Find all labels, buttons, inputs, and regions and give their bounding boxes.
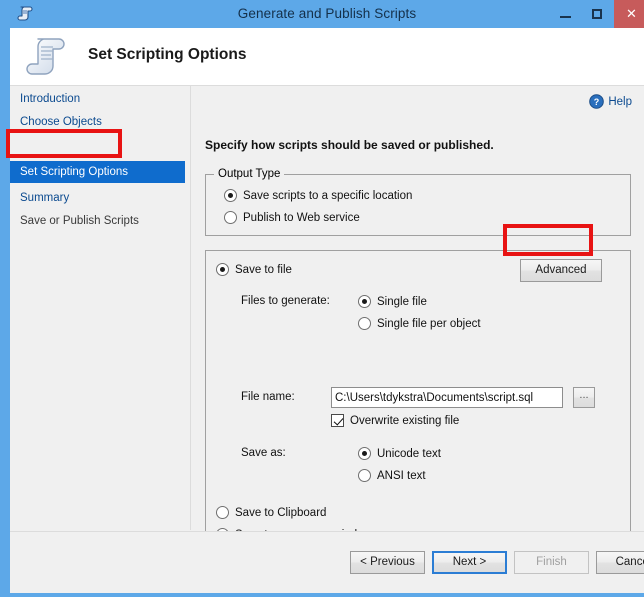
page-banner: Set Scripting Options — [10, 28, 644, 86]
radio-label: Save to Clipboard — [235, 507, 327, 519]
radio-label: Save scripts to a specific location — [243, 190, 413, 202]
file-name-label: File name: — [241, 391, 295, 403]
instruction-text: Specify how scripts should be saved or p… — [205, 138, 494, 152]
close-icon: ✕ — [626, 6, 637, 21]
scroll-document-icon — [24, 32, 74, 82]
radio-label: Save to file — [235, 264, 292, 276]
files-to-generate-label: Files to generate: — [241, 295, 330, 307]
maximize-icon — [592, 9, 602, 19]
advanced-button[interactable]: Advanced — [520, 259, 602, 282]
radio-indicator — [358, 295, 371, 308]
save-destination-group: Save to file Advanced Files to generate:… — [205, 250, 631, 558]
close-button[interactable]: ✕ — [614, 0, 644, 28]
output-type-group: Output Type Save scripts to a specific l… — [205, 168, 631, 236]
radio-label: ANSI text — [377, 470, 426, 482]
window-title: Generate and Publish Scripts — [237, 6, 417, 21]
wizard-footer: < Previous Next > Finish Cancel — [10, 531, 644, 593]
finish-button: Finish — [514, 551, 589, 574]
application-window: Generate and Publish Scripts ✕ Set Scrip… — [0, 0, 644, 597]
cancel-button[interactable]: Cancel — [596, 551, 644, 574]
radio-indicator — [358, 317, 371, 330]
radio-indicator — [224, 211, 237, 224]
checkbox-indicator — [331, 414, 344, 427]
radio-label: Unicode text — [377, 448, 441, 460]
radio-indicator — [224, 189, 237, 202]
radio-label: Single file per object — [377, 318, 481, 330]
sidebar-item-summary[interactable]: Summary — [10, 187, 185, 209]
radio-indicator — [358, 469, 371, 482]
title-bar: Generate and Publish Scripts ✕ — [5, 0, 644, 28]
maximize-button[interactable] — [582, 0, 612, 28]
next-button[interactable]: Next > — [432, 551, 507, 574]
svg-text:?: ? — [594, 97, 600, 107]
wizard-nav-sidebar: Introduction Choose Objects Set Scriptin… — [10, 86, 185, 530]
help-question-icon[interactable]: ? — [589, 94, 604, 109]
radio-label: Single file — [377, 296, 427, 308]
radio-indicator — [216, 263, 229, 276]
radio-label: Publish to Web service — [243, 212, 360, 224]
sidebar-item-introduction[interactable]: Introduction — [10, 88, 185, 110]
minimize-button[interactable] — [550, 0, 580, 28]
file-name-input[interactable] — [331, 387, 563, 408]
help-link[interactable]: Help — [608, 94, 632, 110]
sidebar-item-save-or-publish[interactable]: Save or Publish Scripts — [10, 210, 185, 232]
radio-indicator — [358, 447, 371, 460]
previous-button[interactable]: < Previous — [350, 551, 425, 574]
content-pane: ? Help Specify how scripts should be sav… — [191, 86, 644, 558]
sidebar-item-set-scripting-options[interactable]: Set Scripting Options — [10, 161, 185, 183]
page-title: Set Scripting Options — [88, 46, 247, 63]
client-area: Set Scripting Options Introduction Choos… — [10, 28, 644, 593]
sidebar-item-choose-objects[interactable]: Choose Objects — [10, 111, 185, 133]
save-as-label: Save as: — [241, 447, 286, 459]
checkbox-label: Overwrite existing file — [350, 415, 460, 427]
output-type-group-label: Output Type — [214, 168, 285, 180]
radio-indicator — [216, 506, 229, 519]
browse-file-button[interactable]: ... — [573, 387, 595, 408]
minimize-icon — [560, 16, 571, 18]
